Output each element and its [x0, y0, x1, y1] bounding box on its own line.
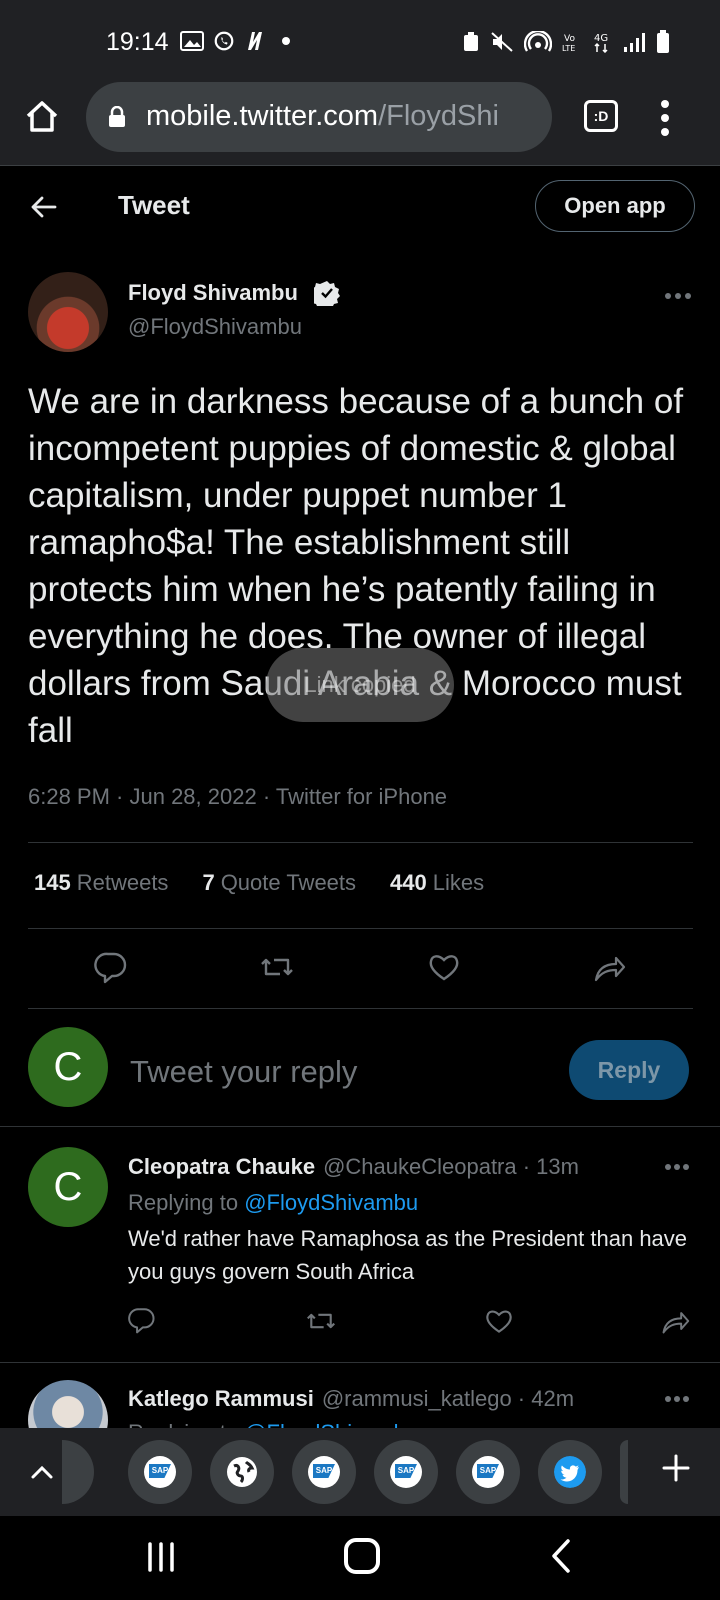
- battery-icon: [657, 30, 669, 53]
- reply-author[interactable]: Cleopatra Chauke @ChaukeCleopatra · 13m: [128, 1154, 579, 1180]
- netflix-icon: [248, 32, 262, 50]
- dot-icon: [282, 37, 290, 45]
- open-app-button[interactable]: Open app: [535, 180, 695, 232]
- sap-icon: SAP: [472, 1456, 504, 1488]
- reply-author[interactable]: Katlego Rammusi @rammusi_katlego · 42m: [128, 1386, 574, 1412]
- page-header: Tweet Open app: [0, 166, 720, 250]
- reply-text: We'd rather have Ramaphosa as the Presid…: [128, 1226, 688, 1284]
- reply-icon[interactable]: [128, 1306, 156, 1334]
- tweet-stats: 145 Retweets 7 Quote Tweets 440 Likes: [34, 870, 484, 896]
- more-vert-icon[interactable]: [660, 98, 670, 138]
- tab-shortcut-web[interactable]: [210, 1440, 274, 1504]
- retweet-icon[interactable]: [260, 950, 294, 984]
- author-name[interactable]: Floyd Shivambu: [128, 280, 298, 306]
- reply-avatar[interactable]: C: [28, 1147, 108, 1227]
- sap-icon: SAP: [144, 1456, 176, 1488]
- tab-switcher-button[interactable]: :D: [584, 100, 618, 132]
- page-title: Tweet: [118, 190, 190, 220]
- retweet-icon[interactable]: [306, 1306, 336, 1336]
- divider: [28, 842, 693, 843]
- toast-message: Link copied: [266, 648, 454, 722]
- mute-icon: [491, 32, 513, 52]
- tab-shortcut-sap[interactable]: SAP: [374, 1440, 438, 1504]
- 4g-icon: 4G: [594, 33, 608, 53]
- twitter-icon: [554, 1456, 586, 1488]
- tab-shortcut-sap[interactable]: SAP: [456, 1440, 520, 1504]
- chevron-up-icon[interactable]: [28, 1458, 56, 1486]
- home-icon[interactable]: [24, 98, 60, 134]
- browser-toolbar: mobile.twitter.com/FloydShi :D: [0, 80, 720, 166]
- signal-icon: [624, 33, 645, 52]
- tab-shortcut[interactable]: [62, 1440, 94, 1504]
- system-nav-bar: [0, 1516, 720, 1600]
- lock-icon: [109, 106, 125, 127]
- whatsapp-icon: [214, 31, 234, 51]
- more-horiz-icon[interactable]: [664, 1395, 690, 1403]
- plus-icon[interactable]: [660, 1452, 692, 1484]
- more-horiz-icon[interactable]: [664, 292, 692, 300]
- share-icon[interactable]: [592, 950, 626, 984]
- sap-icon: SAP: [308, 1456, 340, 1488]
- tab-shortcut[interactable]: [620, 1440, 628, 1504]
- author-handle[interactable]: @FloydShivambu: [128, 314, 302, 340]
- reply-icon[interactable]: [94, 950, 128, 984]
- svg-text:4G: 4G: [594, 33, 608, 44]
- more-horiz-icon[interactable]: [664, 1163, 690, 1171]
- verified-badge-icon: [314, 281, 340, 306]
- back-arrow-icon[interactable]: [28, 192, 58, 222]
- user-avatar[interactable]: C: [28, 1027, 108, 1107]
- notification-icons: [180, 30, 300, 52]
- like-icon[interactable]: [484, 1306, 514, 1336]
- divider: [28, 928, 693, 929]
- reply-input[interactable]: Tweet your reply: [130, 1054, 357, 1090]
- svg-text:Vo: Vo: [564, 34, 575, 44]
- sap-icon: SAP: [390, 1456, 422, 1488]
- tab-shortcut-sap[interactable]: SAP: [128, 1440, 192, 1504]
- battery-saver-icon: [464, 32, 478, 51]
- status-bar: 19:14 Vo LTE 4G: [0, 0, 720, 80]
- mention-link[interactable]: @FloydShivambu: [244, 1190, 418, 1215]
- back-nav-icon[interactable]: [550, 1538, 572, 1574]
- gallery-icon: [180, 31, 204, 51]
- divider: [0, 1126, 720, 1127]
- share-icon[interactable]: [660, 1306, 690, 1336]
- retweets-stat[interactable]: 145 Retweets: [34, 870, 168, 896]
- likes-stat[interactable]: 440 Likes: [390, 870, 484, 896]
- replying-to: Replying to @FloydShivambu: [128, 1190, 419, 1215]
- reply-actions: [0, 1306, 720, 1346]
- divider: [0, 1362, 720, 1363]
- like-icon[interactable]: [427, 950, 461, 984]
- author-avatar[interactable]: [28, 272, 108, 352]
- tweet-meta: 6:28 PM · Jun 28, 2022 · Twitter for iPh…: [28, 784, 448, 809]
- divider: [28, 1008, 693, 1009]
- quote-tweets-stat[interactable]: 7 Quote Tweets: [202, 870, 356, 896]
- volte-icon: VoLTE: [562, 34, 575, 53]
- home-nav-icon[interactable]: [344, 1538, 380, 1574]
- bottom-toolbar: SAP SAP SAP SAP: [0, 1428, 720, 1516]
- hotspot-icon: [524, 31, 552, 52]
- status-time: 19:14: [106, 28, 169, 56]
- system-icons: Vo LTE 4G: [462, 30, 670, 54]
- tweet-actions: [0, 950, 720, 990]
- recent-apps-icon[interactable]: [146, 1540, 176, 1574]
- reply-button[interactable]: Reply: [569, 1040, 689, 1100]
- tab-shortcut-twitter[interactable]: [538, 1440, 602, 1504]
- globe-icon: [227, 1457, 257, 1487]
- tab-shortcut-sap[interactable]: SAP: [292, 1440, 356, 1504]
- svg-text:LTE: LTE: [562, 44, 575, 53]
- address-bar[interactable]: mobile.twitter.com/FloydShi: [86, 82, 552, 152]
- url-text: mobile.twitter.com/FloydShi: [146, 100, 499, 132]
